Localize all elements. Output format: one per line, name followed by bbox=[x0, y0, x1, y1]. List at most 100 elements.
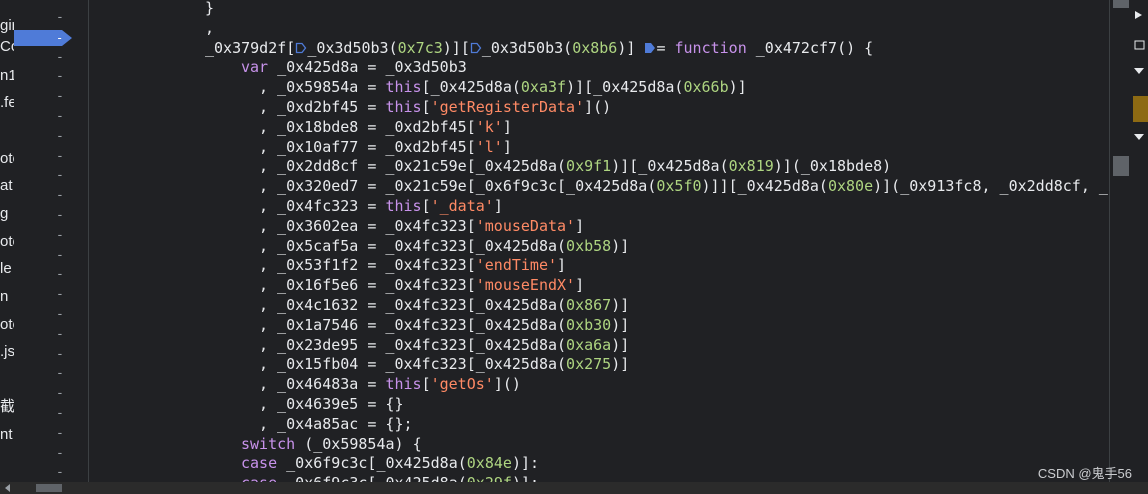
code-line[interactable]: _0x379d2f[_0x3d50b3(0x7c3)][_0x3d50b3(0x… bbox=[205, 38, 873, 58]
gutter-mark[interactable]: - bbox=[56, 384, 64, 404]
code-token: '_data' bbox=[430, 197, 494, 215]
code-line[interactable]: , _0x2dd8cf = _0x21c59e[_0x425d8a(0x9f1)… bbox=[259, 156, 891, 176]
square-icon[interactable] bbox=[1133, 40, 1146, 50]
code-line[interactable]: , _0x3602ea = _0x4fc323['mouseData'] bbox=[259, 216, 584, 236]
gutter-mark[interactable]: - bbox=[56, 463, 64, 483]
gutter-mark[interactable]: - bbox=[56, 364, 64, 384]
code-token: )] bbox=[611, 335, 630, 354]
gutter-mark[interactable]: - bbox=[56, 166, 64, 186]
gutter-mark[interactable]: - bbox=[56, 424, 64, 444]
file-tree-item[interactable]: le bbox=[0, 259, 12, 279]
code-line[interactable]: case _0x6f9c3c[_0x425d8a(0x29f)]: bbox=[241, 473, 539, 482]
code-line[interactable]: , _0x4fc323 = this['_data'] bbox=[259, 196, 503, 216]
inline-breakpoint-icon[interactable] bbox=[470, 42, 482, 54]
gutter-mark[interactable]: - bbox=[56, 404, 64, 424]
code-token: , bbox=[205, 18, 215, 37]
horizontal-scrollbar-thumb[interactable] bbox=[36, 484, 62, 492]
gutter-mark[interactable]: - bbox=[56, 265, 64, 285]
inline-breakpoint-icon[interactable] bbox=[295, 42, 307, 54]
vertical-scrollbar[interactable] bbox=[1111, 0, 1131, 482]
code-token: )][ bbox=[442, 38, 470, 57]
code-token: 'getRegisterData' bbox=[430, 98, 585, 116]
file-tree-item[interactable]: Co bbox=[0, 37, 14, 57]
gutter-mark[interactable]: - bbox=[56, 147, 64, 167]
gutter-mark[interactable]: - bbox=[56, 285, 64, 305]
gutter-mark[interactable]: - bbox=[56, 107, 64, 127]
gutter-mark[interactable]: - bbox=[56, 226, 64, 246]
code-editor[interactable]: }, _0x379d2f[_0x3d50b3(0x7c3)][_0x3d50b3(… bbox=[89, 0, 1109, 482]
scrollbar-top-thumb[interactable] bbox=[1113, 0, 1129, 8]
code-line[interactable]: , _0x4639e5 = {} bbox=[259, 394, 404, 414]
code-line[interactable]: , _0x10af77 = _0xd2bf45['l'] bbox=[259, 137, 512, 157]
gutter-mark[interactable]: - bbox=[56, 48, 64, 68]
horizontal-scrollbar[interactable] bbox=[0, 482, 1148, 494]
file-tree-item[interactable]: nt bbox=[0, 425, 13, 445]
gutter-mark[interactable]: - bbox=[56, 67, 64, 87]
code-token: , _0x3602ea = _0x4fc323[ bbox=[259, 216, 476, 235]
gutter-mark[interactable]: - bbox=[56, 206, 64, 226]
code-line[interactable]: , _0x18bde8 = _0xd2bf45['k'] bbox=[259, 117, 512, 137]
code-line[interactable]: , _0x23de95 = _0x4fc323[_0x425d8a(0xa6a)… bbox=[259, 335, 629, 355]
code-line[interactable]: case _0x6f9c3c[_0x425d8a(0x84e)]: bbox=[241, 453, 539, 473]
gutter-mark[interactable]: - bbox=[56, 246, 64, 266]
gutter-mark[interactable]: - bbox=[56, 444, 64, 464]
code-line[interactable]: , _0x16f5e6 = _0x4fc323['mouseEndX'] bbox=[259, 275, 584, 295]
breakpoint-marker-icon[interactable]: - bbox=[14, 28, 74, 48]
gutter-mark[interactable]: - bbox=[56, 325, 64, 345]
gutter-mark[interactable]: - bbox=[56, 305, 64, 325]
file-tree-item[interactable]: n bbox=[0, 287, 8, 307]
chevron-down-icon[interactable] bbox=[1133, 66, 1146, 76]
gutter-mark[interactable]: - bbox=[56, 186, 64, 206]
scrollbar-thumb[interactable] bbox=[1113, 156, 1129, 176]
file-tree-item[interactable]: .fe bbox=[0, 93, 14, 113]
code-token: _0x3d50b3( bbox=[481, 38, 573, 57]
code-token: 0x819 bbox=[728, 157, 774, 176]
file-tree-item[interactable]: at bbox=[0, 176, 13, 196]
gutter-mark[interactable]: - bbox=[56, 345, 64, 365]
code-line[interactable]: , bbox=[205, 18, 214, 38]
file-tree-item[interactable]: oto bbox=[0, 315, 14, 335]
file-tree-item[interactable]: n1 bbox=[0, 66, 14, 86]
code-token: [_0x425d8a( bbox=[421, 78, 521, 97]
code-line[interactable]: , _0x4c1632 = _0x4fc323[_0x425d8a(0x867)… bbox=[259, 295, 629, 315]
code-line[interactable]: switch (_0x59854a) { bbox=[241, 434, 422, 454]
line-gutter[interactable]: - ----------------------- bbox=[14, 0, 89, 482]
scroll-left-icon[interactable] bbox=[4, 484, 12, 492]
code-token: 'endTime' bbox=[475, 256, 558, 275]
code-token: , _0x16f5e6 = _0x4fc323[ bbox=[259, 276, 476, 295]
code-line[interactable]: var _0x425d8a = _0x3d50b3 bbox=[241, 57, 467, 77]
code-token: , _0x5caf5a = _0x4fc323[_0x425d8a( bbox=[259, 236, 567, 255]
code-line[interactable]: , _0x53f1f2 = _0x4fc323['endTime'] bbox=[259, 255, 566, 275]
code-line[interactable]: , _0x320ed7 = _0x21c59e[_0x6f9c3c[_0x425… bbox=[259, 176, 1108, 196]
chevron-right-icon[interactable] bbox=[1133, 10, 1146, 20]
gutter-mark[interactable]: - bbox=[56, 87, 64, 107]
code-token: )][_0x425d8a( bbox=[566, 78, 684, 97]
code-line[interactable]: , _0x4a85ac = {}; bbox=[259, 414, 413, 434]
file-tree-item[interactable]: g bbox=[0, 204, 8, 224]
gutter-mark[interactable]: - bbox=[56, 8, 64, 28]
code-line[interactable]: , _0x46483a = this['getOs']() bbox=[259, 374, 521, 394]
code-line[interactable]: , _0x5caf5a = _0x4fc323[_0x425d8a(0xb58)… bbox=[259, 236, 629, 256]
code-token: 0x275 bbox=[566, 355, 612, 374]
inline-breakpoint-active-icon[interactable] bbox=[644, 42, 656, 54]
code-line[interactable]: , _0xd2bf45 = this['getRegisterData']() bbox=[259, 97, 611, 117]
code-token: 0x80e bbox=[827, 177, 874, 196]
gutter-mark[interactable]: - bbox=[56, 127, 64, 147]
watermark-text: CSDN @鬼手56 bbox=[1037, 466, 1132, 481]
file-tree-item[interactable]: oto bbox=[0, 149, 14, 169]
code-line[interactable]: } bbox=[205, 0, 214, 18]
code-line[interactable]: , _0x1a7546 = _0x4fc323[_0x425d8a(0xb30)… bbox=[259, 315, 629, 335]
code-token: ] bbox=[557, 256, 567, 275]
code-line[interactable]: , _0x59854a = this[_0x425d8a(0xa3f)][_0x… bbox=[259, 77, 747, 97]
chevron-down-icon[interactable] bbox=[1133, 132, 1146, 142]
file-tree-item[interactable]: gir bbox=[0, 16, 14, 36]
code-token: ] bbox=[493, 197, 503, 215]
file-tree-item[interactable]: ote bbox=[0, 232, 14, 252]
code-token: )] bbox=[611, 296, 630, 314]
code-line[interactable]: , _0x15fb04 = _0x4fc323[_0x425d8a(0x275)… bbox=[259, 354, 629, 374]
code-token: ] bbox=[502, 117, 512, 136]
file-tree-item[interactable]: 截 bbox=[0, 397, 14, 417]
file-tree-item[interactable]: .js bbox=[0, 342, 14, 362]
code-token: )](_0x18bde8) bbox=[773, 157, 892, 176]
code-token: , _0x4a85ac = {}; bbox=[259, 414, 413, 433]
